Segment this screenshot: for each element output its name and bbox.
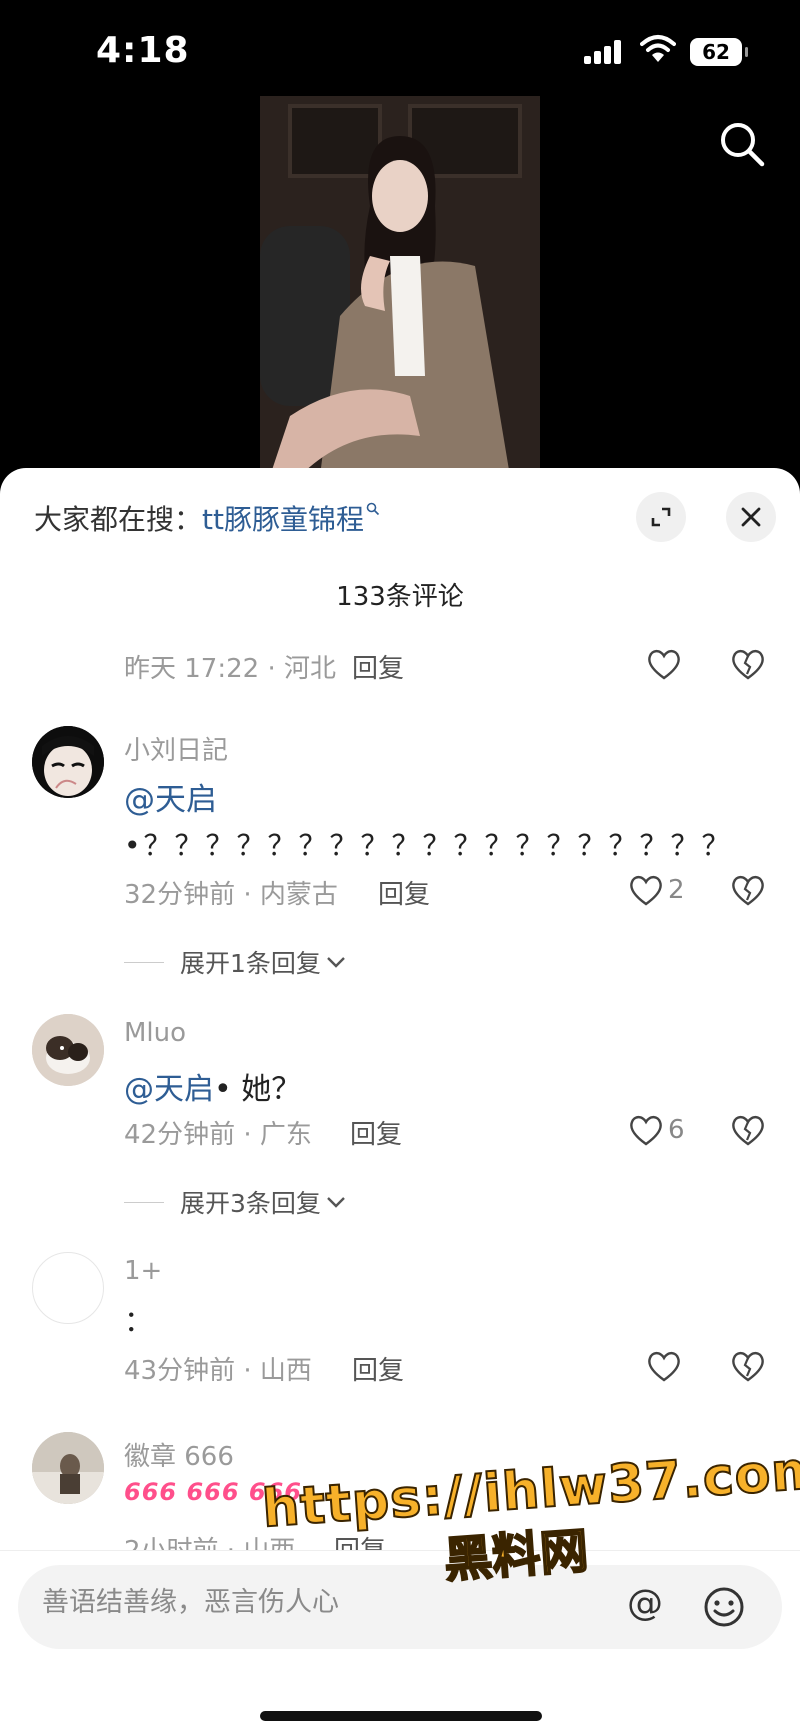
like-button[interactable]: 6 bbox=[628, 1110, 685, 1150]
like-button[interactable] bbox=[646, 644, 682, 684]
reply-button[interactable]: 回复 bbox=[352, 1350, 404, 1387]
comment-text: •？？？？？？？？？？？？？？？？？？？ bbox=[124, 829, 733, 862]
dislike-icon[interactable] bbox=[730, 1348, 766, 1384]
heart-icon bbox=[630, 875, 662, 906]
fullscreen-button[interactable] bbox=[636, 492, 686, 542]
mention-link[interactable]: @天启 bbox=[124, 774, 217, 819]
close-button[interactable] bbox=[726, 492, 776, 542]
divider bbox=[124, 961, 164, 963]
video-area[interactable] bbox=[0, 96, 800, 480]
avatar[interactable] bbox=[32, 726, 104, 798]
comment-body: • 她？ bbox=[214, 1072, 302, 1107]
expand-icon bbox=[651, 507, 671, 527]
expand-replies-button[interactable]: 展开3条回复 bbox=[124, 1184, 347, 1220]
reply-button[interactable]: 回复 bbox=[352, 648, 404, 685]
comment-meta: 43分钟前 · 山西 bbox=[124, 1356, 312, 1386]
expand-replies-label: 展开1条回复 bbox=[180, 949, 321, 978]
avatar[interactable] bbox=[32, 1014, 104, 1086]
comment-meta: 昨天 17:22 · 河北 bbox=[124, 654, 336, 684]
divider bbox=[124, 1201, 164, 1203]
avatar[interactable] bbox=[32, 1432, 104, 1504]
dislike-icon[interactable] bbox=[730, 872, 766, 908]
username[interactable]: 徽章 666 bbox=[124, 1436, 234, 1473]
hot-search-prefix: 大家都在搜： bbox=[34, 503, 203, 536]
comment-meta: 32分钟前 · 内蒙古 bbox=[124, 880, 338, 910]
battery-icon: 62 bbox=[690, 38, 748, 66]
comment-input-container[interactable]: @ bbox=[18, 1565, 782, 1649]
reply-button[interactable]: 回复 bbox=[378, 874, 430, 911]
search-small-icon bbox=[366, 502, 380, 516]
comment-text: 666 666 666 bbox=[124, 1478, 303, 1506]
heart-icon bbox=[648, 1351, 680, 1382]
mention-button[interactable]: @ bbox=[622, 1583, 668, 1624]
signal-icon bbox=[584, 40, 624, 64]
comment-input-bar: @ bbox=[0, 1550, 800, 1732]
mention-link[interactable]: @天启 bbox=[124, 1072, 214, 1107]
chevron-down-icon bbox=[327, 1197, 345, 1208]
wifi-icon bbox=[640, 35, 676, 62]
hot-search-term[interactable]: tt豚豚童锦程 bbox=[202, 503, 364, 536]
like-button[interactable] bbox=[646, 1346, 682, 1386]
heart-icon bbox=[648, 649, 680, 680]
expand-replies-button[interactable]: 展开1条回复 bbox=[124, 944, 347, 980]
expand-replies-label: 展开3条回复 bbox=[180, 1189, 321, 1218]
search-icon[interactable] bbox=[718, 120, 766, 168]
like-count: 6 bbox=[668, 1115, 685, 1145]
comment-text: @天启• 她？ bbox=[124, 1064, 301, 1108]
comment-count: 133条评论 bbox=[336, 582, 464, 612]
status-bar: 4:18 62 bbox=[0, 0, 800, 100]
dislike-icon[interactable] bbox=[730, 1112, 766, 1148]
dislike-icon[interactable] bbox=[730, 646, 766, 682]
video-thumbnail[interactable] bbox=[260, 96, 540, 476]
close-icon bbox=[741, 507, 761, 527]
status-time: 4:18 bbox=[96, 30, 190, 71]
reply-button[interactable]: 回复 bbox=[350, 1114, 402, 1151]
hot-search[interactable]: 大家都在搜：tt豚豚童锦程 bbox=[34, 498, 380, 538]
avatar[interactable] bbox=[32, 1252, 104, 1324]
username[interactable]: 1+ bbox=[124, 1256, 162, 1286]
comment-text: ： bbox=[124, 1304, 154, 1338]
username[interactable]: Mluo bbox=[124, 1018, 186, 1048]
comment-meta: 42分钟前 · 广东 bbox=[124, 1120, 312, 1150]
like-count: 2 bbox=[668, 875, 685, 905]
chevron-down-icon bbox=[327, 957, 345, 968]
heart-icon bbox=[630, 1115, 662, 1146]
home-indicator[interactable] bbox=[260, 1711, 542, 1721]
comment-sheet: 大家都在搜：tt豚豚童锦程 133条评论 昨天 17:22 · 河北 回复 小刘… bbox=[0, 468, 800, 1732]
username[interactable]: 小刘日記 bbox=[124, 730, 228, 767]
emoji-icon[interactable] bbox=[702, 1585, 746, 1629]
comment-input[interactable] bbox=[42, 1587, 602, 1618]
like-button[interactable]: 2 bbox=[628, 870, 685, 910]
